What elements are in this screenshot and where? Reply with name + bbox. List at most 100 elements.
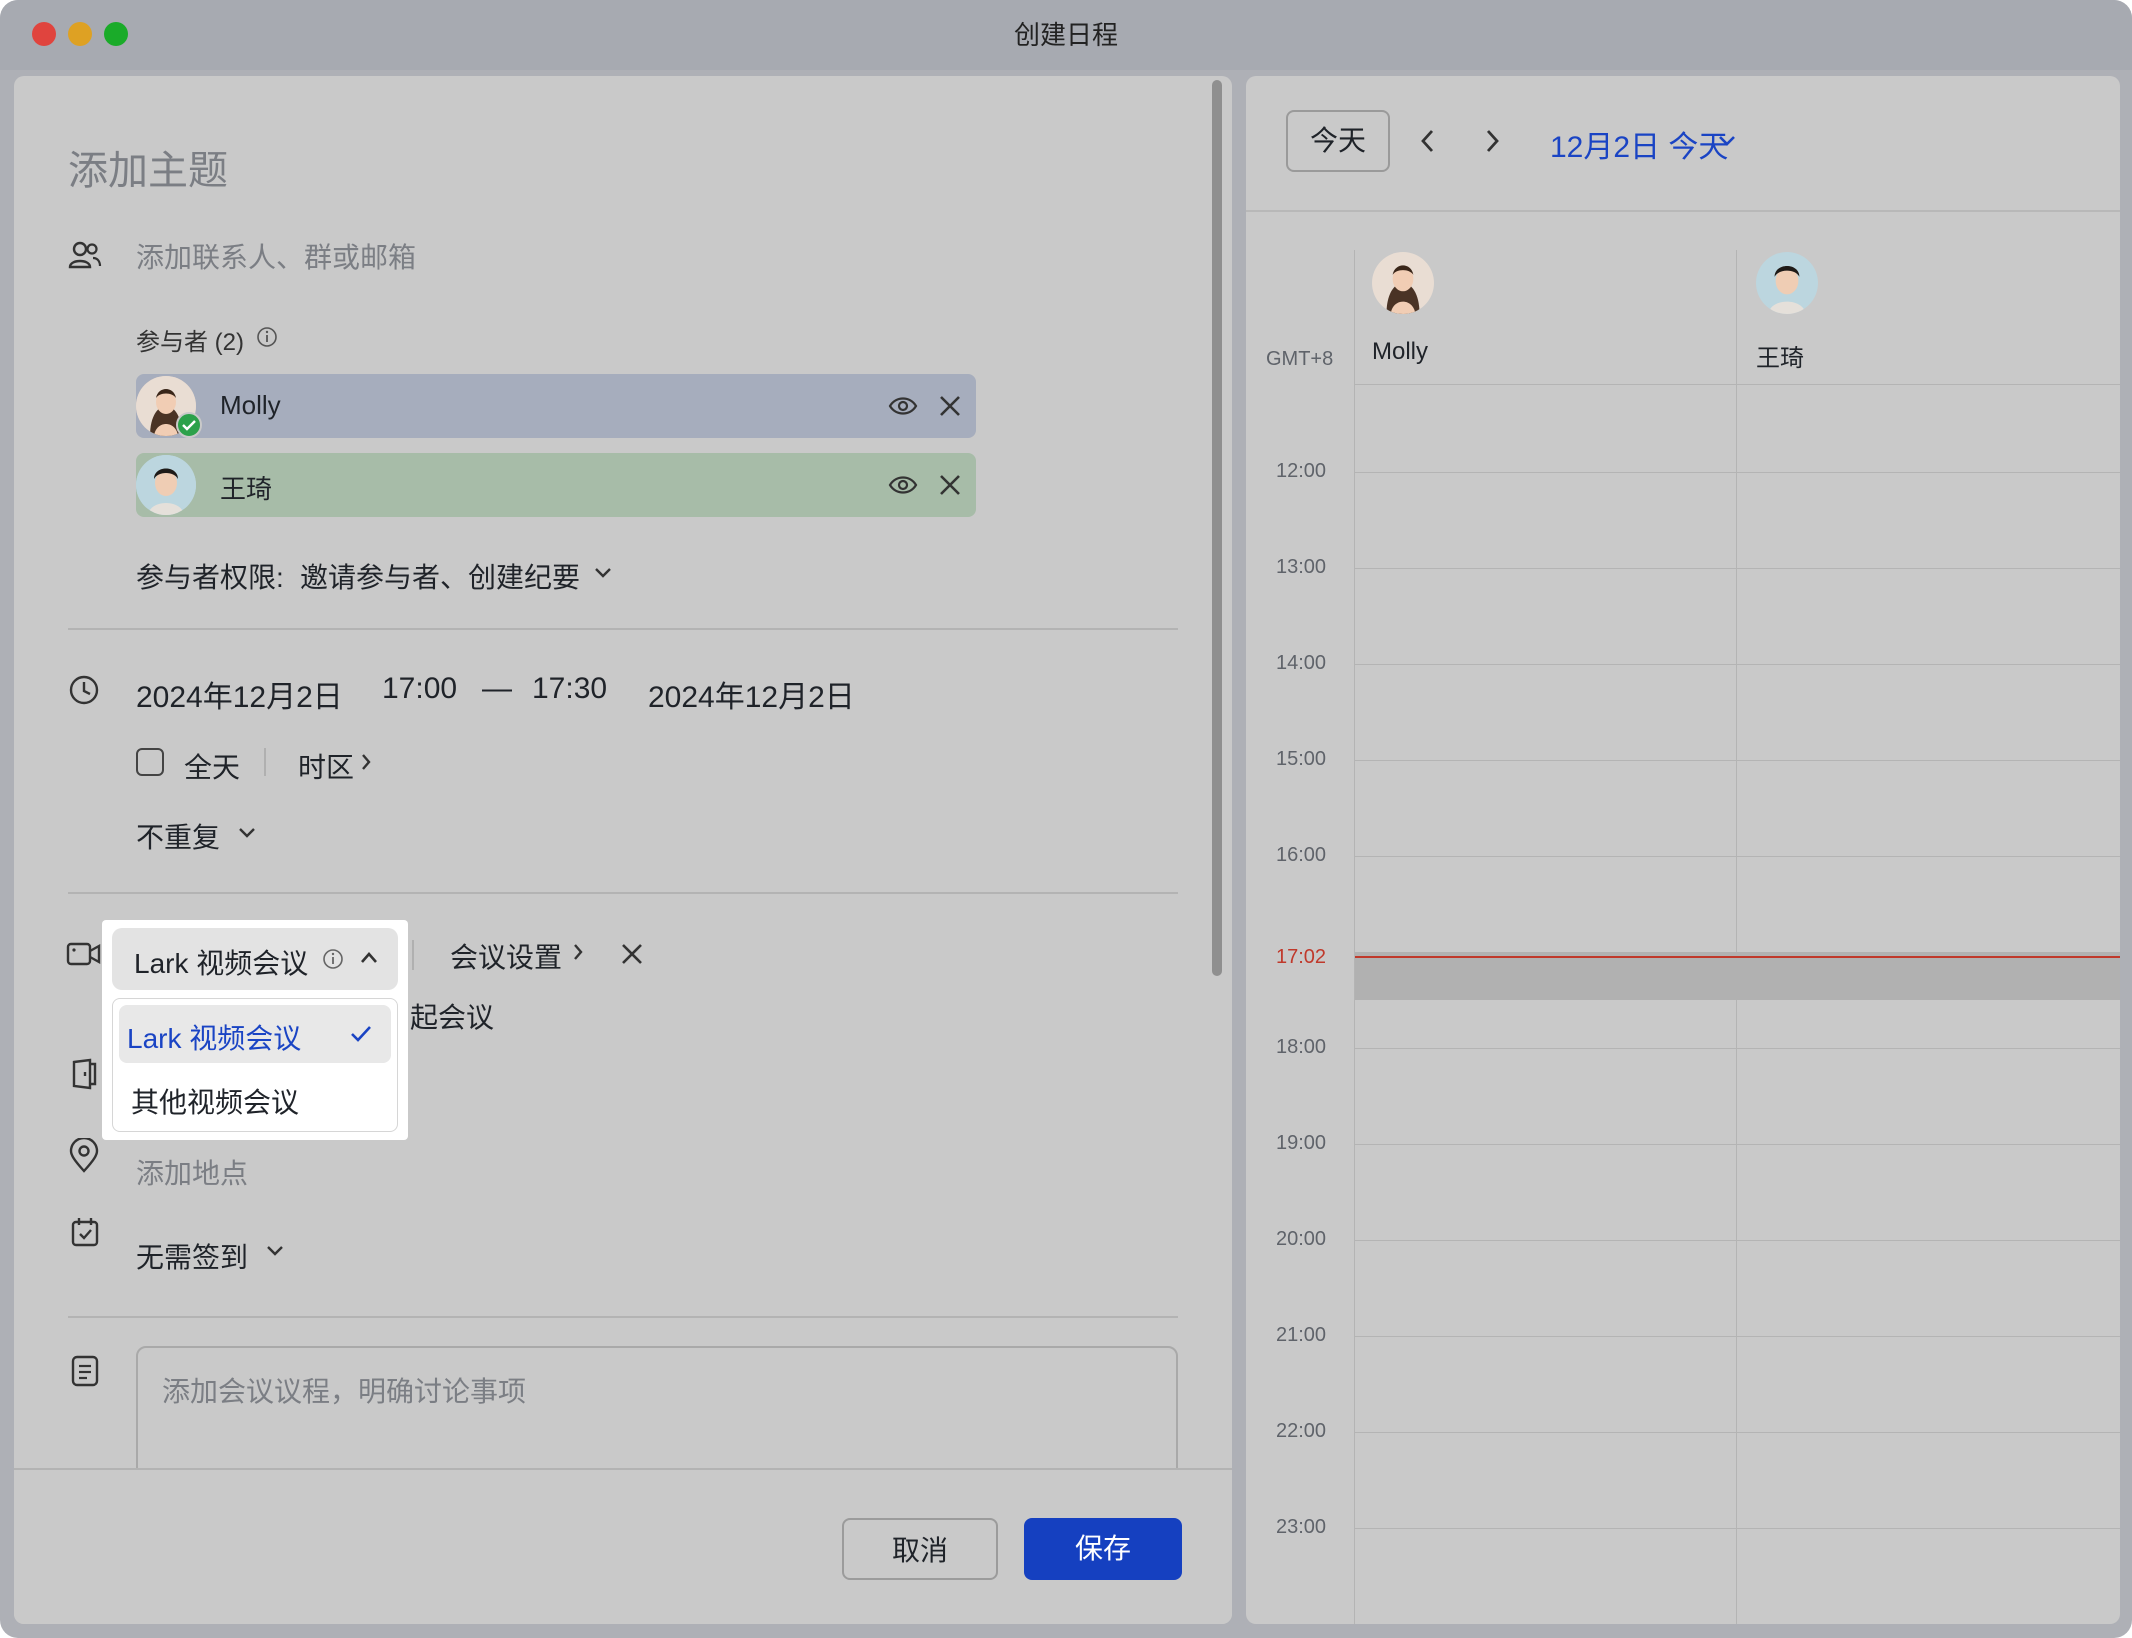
current-time-label: 17:02	[1275, 946, 1327, 968]
accepted-check-icon	[176, 412, 202, 438]
permission-value: 邀请参与者、创建纪要	[300, 562, 581, 593]
chevron-down-icon	[1719, 136, 1735, 146]
calendar-avatar-wangqi	[1756, 252, 1818, 314]
agenda-placeholder: 添加会议议程，明确讨论事项	[162, 1376, 527, 1407]
chevron-up-icon	[361, 952, 377, 963]
meeting-settings-label: 会议设置	[450, 942, 563, 973]
eye-icon[interactable]	[888, 392, 918, 420]
app-window: 创建日程 添加主题 添加联系人、群或邮箱 参与者 (2) Molly 王琦 参与…	[0, 0, 2132, 1638]
remove-participant-icon[interactable]	[936, 471, 964, 499]
participant-chip-molly[interactable]: Molly	[136, 374, 976, 438]
avatar-molly-image	[1372, 252, 1434, 314]
hour-label: 12:00	[1275, 460, 1327, 482]
divider	[264, 748, 266, 776]
chevron-right-icon[interactable]	[1480, 126, 1504, 156]
eye-icon[interactable]	[888, 471, 918, 499]
menu-item-label: 其他视频会议	[131, 1087, 300, 1118]
allday-label: 全天	[184, 752, 241, 783]
location-input[interactable]: 添加地点	[136, 1152, 248, 1192]
agenda-input[interactable]: 添加会议议程，明确讨论事项	[136, 1346, 1178, 1486]
video-provider-select[interactable]: Lark 视频会议	[112, 928, 398, 990]
hour-label: 20:00	[1275, 1228, 1327, 1250]
avatar-wangqi-image	[1756, 252, 1818, 314]
hour-label: 22:00	[1275, 1420, 1327, 1442]
location-pin-icon	[69, 1138, 99, 1173]
allday-checkbox[interactable]	[136, 748, 164, 776]
check-icon	[351, 1026, 371, 1042]
hour-line	[1354, 1432, 2120, 1433]
chevron-right-icon	[362, 754, 371, 770]
divider	[68, 628, 1178, 630]
calendar-person-name: 王琦	[1756, 345, 1804, 372]
participant-chip-wangqi[interactable]: 王琦	[136, 453, 976, 517]
avatar-wangqi	[136, 455, 196, 515]
calendar-date-title: 12月2日 今天	[1550, 131, 1729, 164]
remove-participant-icon[interactable]	[936, 392, 964, 420]
hour-line	[1354, 664, 2120, 665]
event-form-panel: 添加主题 添加联系人、群或邮箱 参与者 (2) Molly 王琦 参与者权限: …	[14, 76, 1232, 1624]
info-icon[interactable]	[322, 948, 344, 970]
check-in-icon	[71, 1218, 99, 1247]
time-separator: —	[482, 672, 512, 705]
hour-label: 19:00	[1275, 1132, 1327, 1154]
contact-input[interactable]: 添加联系人、群或邮箱	[136, 236, 416, 276]
hour-line	[1354, 1144, 2120, 1145]
participants-label: 参与者 (2)	[136, 329, 244, 356]
people-icon	[68, 241, 102, 269]
chevron-right-icon	[574, 944, 583, 960]
check-in-label: 无需签到	[136, 1242, 249, 1273]
save-button[interactable]: 保存	[1024, 1518, 1182, 1580]
hour-label: 18:00	[1275, 1036, 1327, 1058]
menu-item-other-video[interactable]: 其他视频会议	[119, 1069, 391, 1127]
video-provider-menu: Lark 视频会议 其他视频会议	[112, 998, 398, 1132]
video-provider-selected: Lark 视频会议	[134, 948, 309, 979]
header-divider	[1354, 384, 2120, 385]
start-time[interactable]: 17:00	[382, 672, 457, 706]
remove-video-meeting-icon[interactable]	[618, 940, 646, 968]
new-event-block[interactable]	[1355, 952, 2120, 1000]
clock-icon	[69, 675, 99, 705]
end-time[interactable]: 17:30	[532, 672, 607, 706]
hour-line	[1354, 760, 2120, 761]
subject-input[interactable]: 添加主题	[68, 138, 228, 196]
permission-label: 参与者权限:	[136, 562, 284, 593]
window-title: 创建日程	[1013, 20, 1118, 50]
hour-line	[1354, 568, 2120, 569]
hour-label: 14:00	[1275, 652, 1327, 674]
chevron-down-icon	[267, 1246, 283, 1256]
chevron-down-icon	[595, 568, 611, 578]
timezone-label: GMT+8	[1266, 348, 1334, 370]
hour-label: 15:00	[1275, 748, 1327, 770]
info-icon[interactable]	[256, 326, 278, 348]
hour-line	[1354, 1336, 2120, 1337]
timezone-label: 时区	[298, 752, 355, 783]
end-date[interactable]: 2024年12月2日	[648, 672, 855, 716]
hour-line	[1354, 1048, 2120, 1049]
hour-label: 23:00	[1275, 1516, 1327, 1538]
hour-label: 16:00	[1275, 844, 1327, 866]
menu-item-lark-video[interactable]: Lark 视频会议	[119, 1005, 391, 1063]
video-camera-icon	[66, 942, 101, 966]
video-provider-dropdown: Lark 视频会议 Lark 视频会议 其他视频会议	[102, 920, 408, 1140]
hour-line	[1354, 472, 2120, 473]
partial-meeting-text: 起会议	[410, 1002, 495, 1033]
time-column-border	[1354, 250, 1355, 1624]
chevron-down-icon	[239, 828, 255, 838]
document-icon	[71, 1355, 99, 1387]
current-time-line	[1355, 956, 2120, 958]
scrollbar-thumb[interactable]	[1212, 80, 1222, 976]
cancel-button[interactable]: 取消	[842, 1518, 998, 1580]
start-date[interactable]: 2024年12月2日	[136, 672, 343, 716]
menu-item-label: Lark 视频会议	[127, 1023, 302, 1054]
chevron-left-icon[interactable]	[1416, 126, 1440, 156]
title-bar: 创建日程	[0, 0, 2132, 70]
today-button[interactable]: 今天	[1286, 110, 1390, 172]
calendar-person-name: Molly	[1372, 338, 1429, 365]
divider	[68, 892, 1178, 894]
participant-name: Molly	[220, 390, 281, 420]
hour-label: 13:00	[1275, 556, 1327, 578]
repeat-label: 不重复	[136, 822, 221, 853]
avatar-wangqi-image	[136, 455, 196, 515]
hour-line	[1354, 1528, 2120, 1529]
column-divider	[1736, 250, 1737, 1624]
